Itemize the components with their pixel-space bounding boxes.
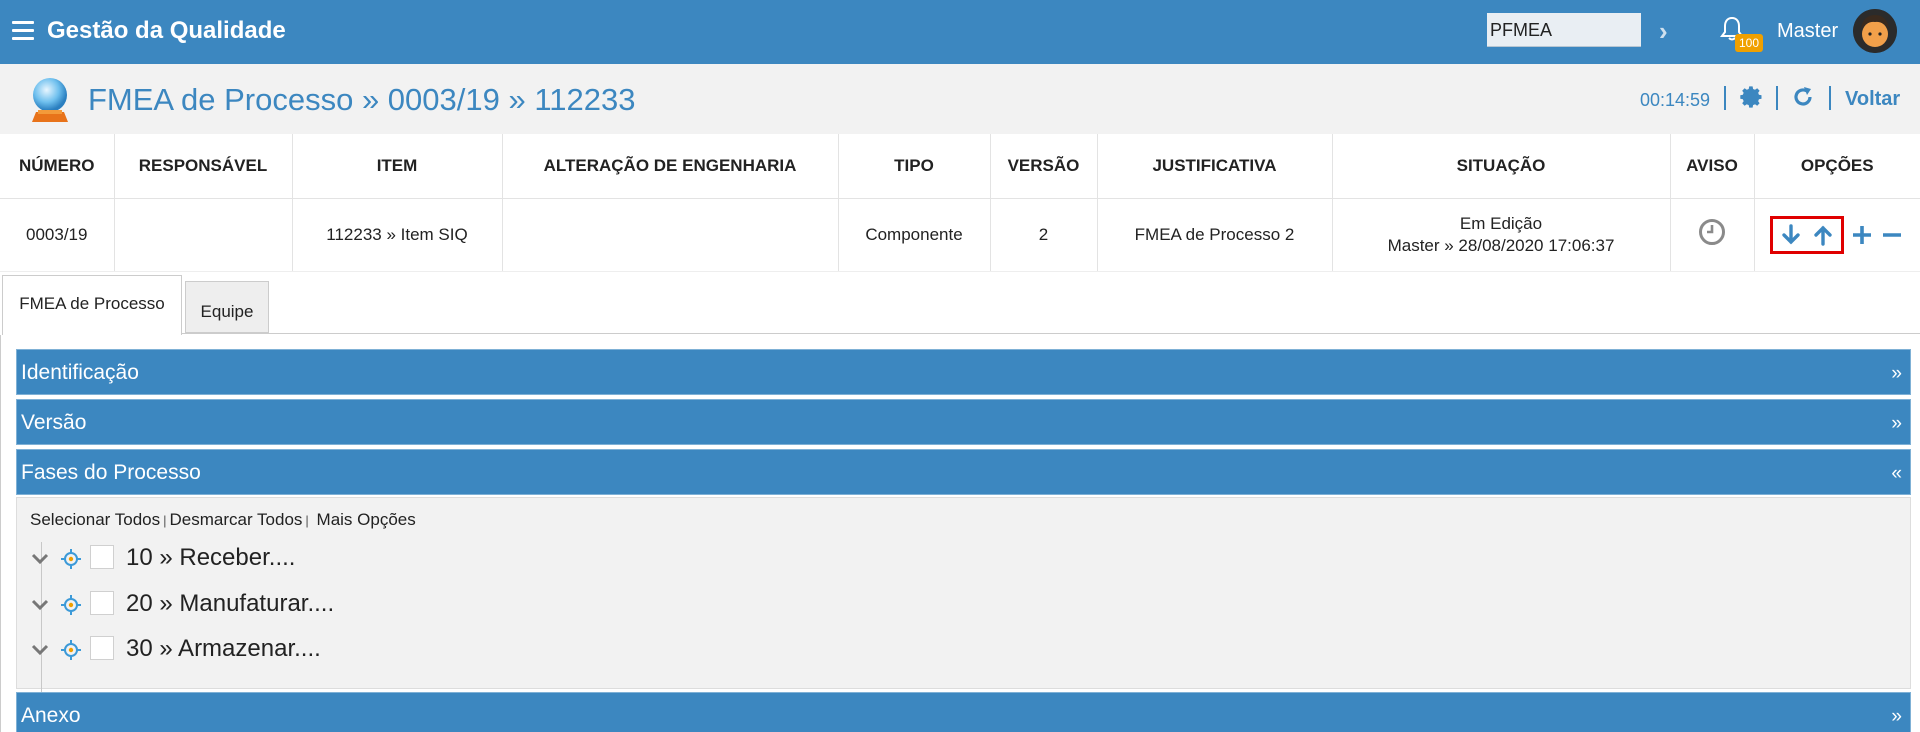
cell-versao: 2 (990, 198, 1098, 272)
column-header[interactable]: RESPONSÁVEL (114, 134, 293, 199)
module-search-input[interactable]: PFMEA (1487, 13, 1641, 47)
cell-item: 112233 » Item SIQ (292, 198, 503, 272)
plus-icon[interactable] (1850, 223, 1874, 247)
cell-tipo: Componente (838, 198, 991, 272)
expand-icon: » (1891, 413, 1902, 434)
selection-links: Selecionar Todos | Desmarcar Todos | Mais O… (30, 510, 416, 530)
table-row[interactable]: 0003/19 112233 » Item SIQ Componente 2 F… (0, 198, 1920, 272)
tree-item[interactable]: 30 » Armazenar.... (30, 630, 530, 670)
divider (1724, 86, 1726, 110)
section-title: Identificação (21, 361, 139, 384)
chevron-right-icon[interactable]: › (1659, 16, 1668, 47)
tab-bar: FMEA de Processo Equipe (0, 273, 1920, 335)
section-versao[interactable]: Versão » (16, 399, 1911, 445)
chevron-down-icon[interactable] (30, 595, 50, 615)
divider (1829, 86, 1831, 110)
situacao-detail: Master » 28/08/2020 17:06:37 (1387, 235, 1615, 255)
cell-numero: 0003/19 (0, 198, 115, 272)
column-header[interactable]: SITUAÇÃO (1332, 134, 1671, 199)
column-header[interactable]: OPÇÕES (1754, 134, 1920, 199)
collapse-icon: « (1891, 463, 1902, 484)
tab-fmea-processo[interactable]: FMEA de Processo (2, 275, 182, 335)
record-table: NÚMERO RESPONSÁVEL ITEM ALTERAÇÃO DE ENG… (0, 134, 1920, 272)
phase-label[interactable]: 10 » Receber.... (126, 544, 295, 572)
app-title: Gestão da Qualidade (47, 17, 286, 44)
arrow-down-icon[interactable] (1779, 223, 1803, 247)
tab-panel: Identificação » Versão » Fases do Proces… (0, 335, 1920, 732)
chevron-down-icon[interactable] (30, 549, 50, 569)
link-separator: | (305, 513, 309, 528)
cell-aviso (1670, 198, 1755, 272)
crosshair-icon[interactable] (60, 548, 82, 570)
hamburger-icon[interactable] (12, 21, 34, 41)
crystal-ball-icon (28, 76, 72, 124)
tree-item[interactable]: 10 » Receber.... (30, 539, 530, 579)
phase-checkbox[interactable] (90, 545, 114, 569)
section-identificacao[interactable]: Identificação » (16, 349, 1911, 395)
row-options (1770, 215, 1904, 254)
section-title: Anexo (21, 704, 81, 727)
section-title: Versão (21, 411, 87, 434)
session-timer: 00:14:59 (1640, 90, 1711, 110)
clock-icon[interactable] (1698, 218, 1726, 246)
situacao-status: Em Edição (1459, 213, 1543, 233)
table-header-row: NÚMERO RESPONSÁVEL ITEM ALTERAÇÃO DE ENG… (0, 134, 1920, 199)
column-header[interactable]: JUSTIFICATIVA (1097, 134, 1333, 199)
top-bar: Gestão da Qualidade PFMEA › 100 Master (0, 0, 1920, 64)
expand-icon: » (1891, 706, 1902, 727)
phase-label[interactable]: 30 » Armazenar.... (126, 635, 321, 663)
refresh-icon[interactable] (1791, 85, 1815, 109)
column-header[interactable]: NÚMERO (0, 134, 115, 199)
section-anexo[interactable]: Anexo » (16, 692, 1911, 732)
deselect-all-link[interactable]: Desmarcar Todos (170, 510, 303, 529)
avatar[interactable] (1853, 9, 1897, 53)
cell-responsavel (114, 198, 293, 272)
link-separator: | (163, 513, 167, 528)
tab-equipe[interactable]: Equipe (185, 281, 269, 333)
tab-divider (182, 333, 1920, 334)
crosshair-icon[interactable] (60, 594, 82, 616)
column-header[interactable]: ALTERAÇÃO DE ENGENHARIA (502, 134, 839, 199)
column-header[interactable]: ITEM (292, 134, 503, 199)
phase-checkbox[interactable] (90, 591, 114, 615)
minus-icon[interactable] (1880, 223, 1904, 247)
back-link[interactable]: Voltar (1845, 88, 1900, 111)
chevron-down-icon[interactable] (30, 640, 50, 660)
crosshair-icon[interactable] (60, 639, 82, 661)
column-header[interactable]: TIPO (838, 134, 991, 199)
page-header: FMEA de Processo » 0003/19 » 112233 00:1… (0, 64, 1920, 134)
cell-opcoes (1754, 198, 1920, 272)
column-header[interactable]: VERSÃO (990, 134, 1098, 199)
select-all-link[interactable]: Selecionar Todos (30, 510, 160, 529)
move-buttons-highlight (1770, 215, 1845, 254)
divider (1776, 86, 1778, 110)
section-fases-processo[interactable]: Fases do Processo « (16, 449, 1911, 495)
expand-icon: » (1891, 363, 1902, 384)
gear-icon[interactable] (1739, 85, 1763, 109)
column-header[interactable]: AVISO (1670, 134, 1755, 199)
notification-badge: 100 (1735, 34, 1763, 52)
cell-situacao: Em Edição Master » 28/08/2020 17:06:37 (1332, 198, 1671, 272)
cell-alteracao (502, 198, 839, 272)
user-name[interactable]: Master (1777, 20, 1838, 43)
phase-label[interactable]: 20 » Manufaturar.... (126, 590, 334, 618)
page-title: FMEA de Processo » 0003/19 » 112233 (88, 82, 636, 117)
cell-justificativa: FMEA de Processo 2 (1097, 198, 1333, 272)
more-options-link[interactable]: Mais Opções (317, 510, 416, 529)
arrow-up-icon[interactable] (1811, 223, 1835, 247)
section-title: Fases do Processo (21, 461, 201, 484)
phase-checkbox[interactable] (90, 636, 114, 660)
fases-processo-body: Selecionar Todos | Desmarcar Todos | Mais O… (16, 497, 1911, 692)
tree-item[interactable]: 20 » Manufaturar.... (30, 585, 530, 625)
